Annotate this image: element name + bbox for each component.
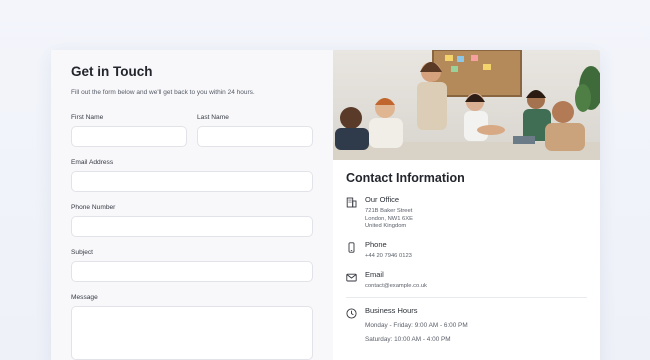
subject-label: Subject: [71, 249, 93, 256]
last-name-input[interactable]: [197, 126, 313, 147]
message-label: Message: [71, 294, 98, 301]
first-name-label: First Name: [71, 114, 104, 121]
phone-label: Phone Number: [71, 204, 116, 211]
message-textarea[interactable]: [71, 306, 313, 360]
last-name-label: Last Name: [197, 114, 229, 121]
subject-input[interactable]: [71, 261, 313, 282]
building-icon: [346, 195, 357, 208]
email-title: Email: [365, 269, 384, 279]
clock-icon: [346, 306, 357, 319]
phone-item: Phone +44 20 7946 0123: [346, 240, 600, 260]
mail-icon: [346, 270, 357, 282]
phone-input[interactable]: [71, 216, 313, 237]
office-address-line: London, NW1 6XE: [365, 215, 414, 222]
name-row: First Name Last Name: [71, 114, 313, 147]
hours-line: Saturday: 10:00 AM - 4:00 PM: [365, 336, 451, 344]
form-subtitle: Fill out the form below and we'll get ba…: [71, 89, 255, 96]
hours-title: Business Hours: [365, 306, 418, 316]
contact-info-title: Contact Information: [346, 171, 465, 185]
office-address-line: United Kingdom: [365, 223, 407, 230]
office-item: Our Office 721B Baker Street London, NW1…: [346, 195, 600, 230]
contact-card: Get in Touch Fill out the form below and…: [51, 50, 600, 360]
phone-icon: [346, 240, 357, 253]
phone-title: Phone: [365, 239, 387, 249]
hours-item: Business Hours Monday - Friday: 9:00 AM …: [346, 306, 600, 343]
email-value[interactable]: contact@example.co.uk: [365, 283, 427, 290]
email-input[interactable]: [71, 171, 313, 192]
phone-value[interactable]: +44 20 7946 0123: [365, 253, 412, 260]
divider: [346, 297, 587, 299]
team-photo: [333, 50, 600, 160]
contact-info-panel: Contact Information Our Office 721B Bake…: [333, 50, 600, 360]
email-item: Email contact@example.co.uk: [346, 270, 600, 290]
office-title: Our Office: [365, 195, 400, 204]
form-title: Get in Touch: [71, 64, 153, 79]
email-label: Email Address: [71, 159, 114, 166]
hours-line: Monday - Friday: 9:00 AM - 6:00 PM: [365, 322, 468, 330]
office-address-line: 721B Baker Street: [365, 208, 413, 214]
contact-form: Get in Touch Fill out the form below and…: [51, 50, 333, 360]
first-name-input[interactable]: [71, 126, 187, 147]
